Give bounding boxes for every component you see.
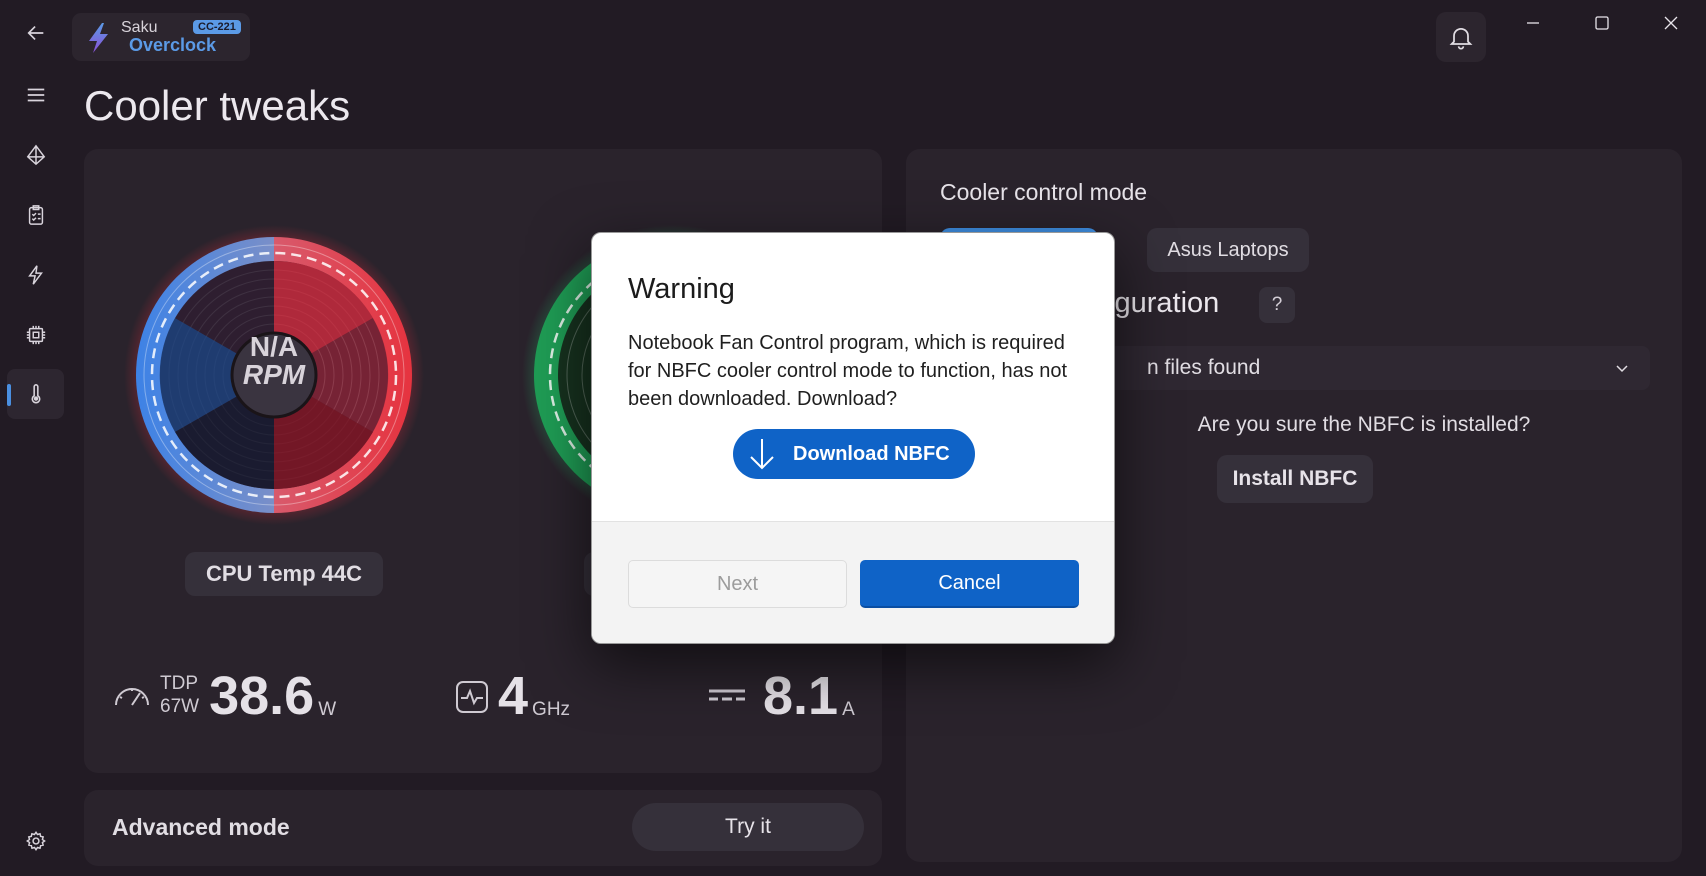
dialog-title: Warning — [628, 273, 735, 305]
download-nbfc-button[interactable]: Download NBFC — [733, 429, 975, 479]
next-button[interactable]: Next — [628, 560, 847, 608]
app-window: Saku CC-221 Overclock Cooler tweaks N/A … — [0, 0, 1706, 876]
dialog-footer: Next Cancel — [592, 521, 1114, 643]
cancel-button[interactable]: Cancel — [860, 560, 1079, 608]
warning-dialog: Warning Notebook Fan Control program, wh… — [591, 232, 1115, 644]
dialog-message: Notebook Fan Control program, which is r… — [628, 332, 1068, 410]
download-arrow-icon — [750, 439, 774, 470]
dialog-overlay: Warning Notebook Fan Control program, wh… — [0, 0, 1706, 876]
download-nbfc-label: Download NBFC — [793, 442, 950, 465]
